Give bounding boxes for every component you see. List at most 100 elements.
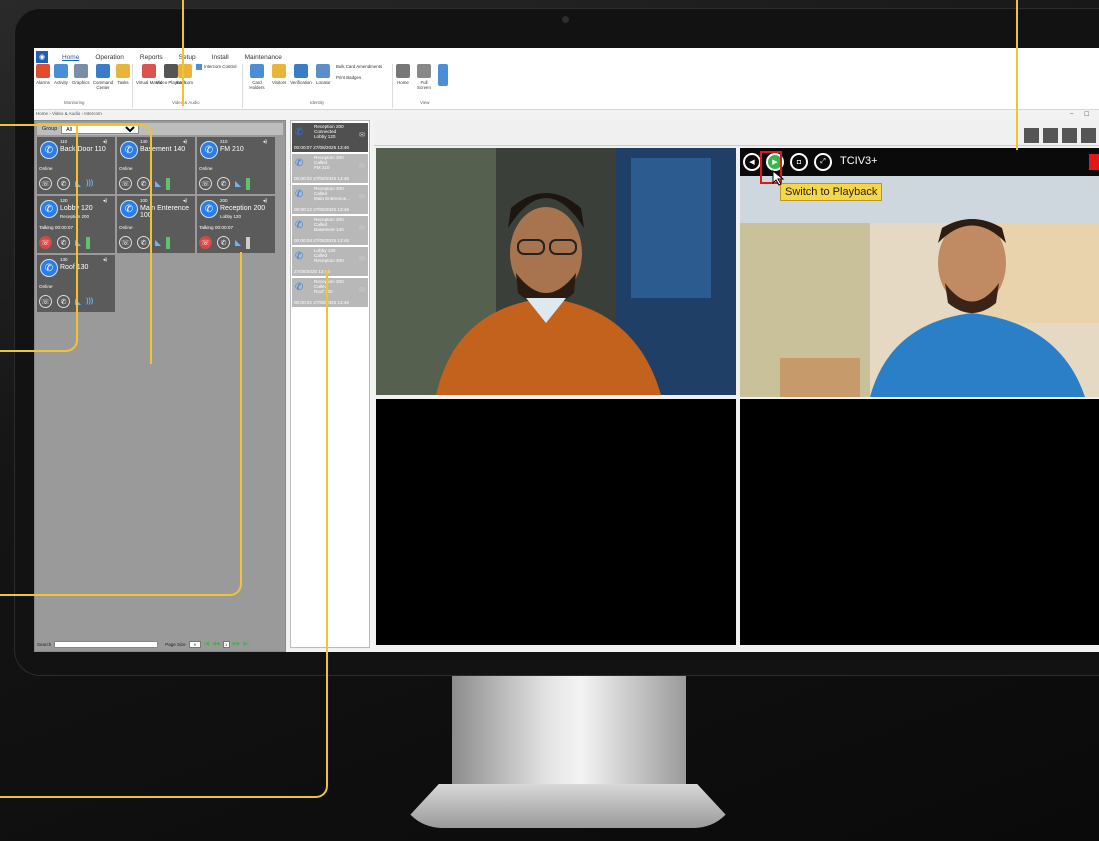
visitors-button[interactable]: Visitors <box>272 64 286 85</box>
call-icon[interactable]: ✆ <box>217 177 230 190</box>
intercom-button[interactable]: Intercom <box>176 64 193 85</box>
alarms-button[interactable]: Alarms <box>36 64 50 85</box>
app-logo-icon[interactable]: ◉ <box>36 51 48 63</box>
call-log-text: Reception 200 Called Main Enterence... <box>314 186 351 202</box>
bulk-card-amendments-button[interactable]: Bulk Card Amendments <box>336 64 382 69</box>
call-log-text: Reception 200 Connected Lobby 120 <box>314 124 344 140</box>
hangup-icon[interactable]: ☏ <box>199 236 212 249</box>
menu-operation[interactable]: Operation <box>95 54 124 61</box>
speaker-icon: ◂) <box>182 139 187 145</box>
call-phone-icon: ✆ <box>295 158 304 169</box>
card-holders-button[interactable]: Card Holders <box>246 64 268 90</box>
print-badges-button[interactable]: Print Badges <box>336 75 361 80</box>
call-log-text: Reception 200 Called Basement 140 <box>314 217 344 233</box>
tile-status: Online <box>199 166 213 171</box>
card-icon <box>250 64 264 78</box>
command-center-button[interactable]: Command Center <box>92 64 114 90</box>
minimize-icon[interactable]: – <box>1070 111 1073 117</box>
video-feed-man-orange-sweater <box>376 148 736 395</box>
verification-button[interactable]: Verification <box>290 64 312 85</box>
call-log-entry[interactable]: ✆ Reception 200 Called FM 210 00:00:02 27/08… <box>292 154 368 183</box>
grid-icon <box>73 64 88 78</box>
cctv-camera-icon[interactable]: ◣ <box>155 179 161 188</box>
layout-quad-icon[interactable] <box>1043 128 1058 143</box>
device-name: TCIV3+ <box>840 155 878 167</box>
matrix-icon <box>141 64 156 78</box>
close-video-icon[interactable] <box>1089 154 1099 170</box>
back-icon[interactable]: ◀ <box>743 153 761 171</box>
video-cell-4[interactable] <box>740 399 1099 645</box>
door-icon[interactable] <box>166 236 171 249</box>
ribbon-separator <box>392 64 393 108</box>
call-icon[interactable]: ✆ <box>217 236 230 249</box>
menu-install[interactable]: Install <box>212 54 229 61</box>
zoom-icon[interactable]: ⤢ <box>814 153 832 171</box>
home-icon <box>396 64 410 78</box>
door-icon[interactable] <box>246 177 251 190</box>
cctv-camera-icon[interactable]: ◣ <box>235 238 241 247</box>
tasks-button[interactable]: Tasks <box>116 64 130 85</box>
layout-small-buttons[interactable] <box>438 64 448 88</box>
speaker-icon: ◂) <box>262 198 267 204</box>
graphics-button[interactable]: Graphics <box>72 64 90 85</box>
view-home-button[interactable]: Home <box>396 64 410 85</box>
menu-bar: ◉ Home Operation Reports Setup Install M… <box>34 51 298 63</box>
command-center-icon <box>96 64 110 78</box>
call-record-icon: ✉ <box>359 256 365 263</box>
intercom-tile[interactable]: ✆ 210 ◂) FM 210 Online ☏ ✆ ◣ <box>197 137 275 194</box>
ribbon-separator <box>132 64 133 108</box>
snapshot-icon[interactable]: ◘ <box>790 153 808 171</box>
tile-number: 210 <box>220 139 228 144</box>
video-cell-1[interactable] <box>376 148 736 395</box>
locator-button[interactable]: Locator <box>316 64 331 85</box>
tile-number: 200 <box>220 198 228 203</box>
webcam <box>562 16 569 23</box>
expand-icon <box>417 64 431 78</box>
layout-split-icon[interactable] <box>1062 128 1077 143</box>
cctv-camera-icon[interactable]: ◣ <box>235 179 241 188</box>
intercom-control-button[interactable]: Intercom Control <box>196 64 236 70</box>
identity-group-label: Identity <box>310 100 325 105</box>
hangup-icon[interactable]: ☏ <box>199 177 212 190</box>
call-log-entry[interactable]: ✆ Reception 200 Called Basement 140 00:00:08… <box>292 216 368 245</box>
intercom-control-icon <box>196 64 202 70</box>
intercom-icon <box>177 64 192 78</box>
layout-rows-icon[interactable] <box>1081 128 1096 143</box>
call-phone-icon: ✆ <box>295 189 304 200</box>
monitor-scene: ◉ Home Operation Reports Setup Install M… <box>0 0 1099 841</box>
badge-icon <box>272 64 287 78</box>
video-toolbar <box>374 120 1099 146</box>
intercom-tile[interactable]: ✆ 200 ◂) Reception 200 Lobby 120 Talking 00:0… <box>197 196 275 253</box>
video-cell-3[interactable] <box>376 399 736 645</box>
monitor-icon <box>54 64 68 78</box>
door-icon[interactable] <box>166 177 171 190</box>
call-log-time: 00:00:07 27/08/2025 13:46 <box>294 145 349 150</box>
tile-actions: ☏ ✆ ◣ <box>199 236 251 249</box>
activity-button[interactable]: Activity <box>54 64 68 85</box>
cctv-camera-icon[interactable]: ◣ <box>155 238 161 247</box>
ribbon: ◉ Home Operation Reports Setup Install M… <box>34 48 1099 110</box>
maximize-icon[interactable]: ☐ <box>1084 111 1089 118</box>
menu-reports[interactable]: Reports <box>140 54 163 61</box>
call-phone-icon: ✆ <box>295 127 304 138</box>
playback-tooltip: Switch to Playback <box>780 183 883 201</box>
view-group-label: View <box>420 100 430 105</box>
video-audio-group-label: Video & Audio <box>172 100 200 105</box>
call-log-time: 00:00:08 27/08/2025 13:46 <box>294 238 349 243</box>
full-screen-button[interactable]: Full Screen <box>414 64 434 90</box>
door-open-icon[interactable] <box>246 236 251 249</box>
call-record-icon: ✉ <box>359 225 365 232</box>
call-log-text: Reception 200 Called FM 210 <box>314 155 344 171</box>
call-log-entry[interactable]: ✆ Reception 200 Connected Lobby 120 00:00:07… <box>292 123 368 152</box>
layout-icon <box>438 64 448 86</box>
verification-camera-icon <box>294 64 308 78</box>
menu-maintenance[interactable]: Maintenance <box>245 54 282 61</box>
call-log-entry[interactable]: ✆ Reception 200 Called Main Enterence... 00:… <box>292 185 368 214</box>
call-record-icon: ✉ <box>359 163 365 170</box>
tile-peer: Lobby 120 <box>220 214 242 219</box>
video-cell-2[interactable]: ◀ ▶ ◘ ⤢ TCIV3+ Switch to Playback <box>740 148 1099 397</box>
call-log-time: 00:00:12 27/08/2025 13:46 <box>294 207 349 212</box>
menu-home[interactable]: Home <box>62 54 79 61</box>
monitoring-group-label: Monitoring <box>64 100 85 105</box>
layout-single-icon[interactable] <box>1024 128 1039 143</box>
